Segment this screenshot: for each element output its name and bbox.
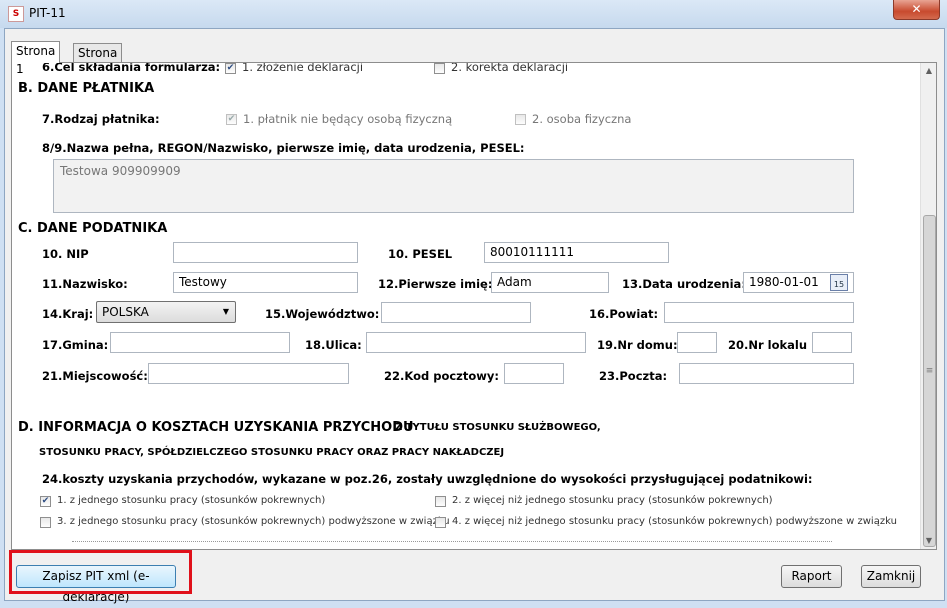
kraj-select[interactable]: POLSKA ▼ [96,301,236,323]
row24-option2-checkbox[interactable] [435,496,446,507]
wojewodztwo-input[interactable] [381,302,531,323]
pesel-label: 10. PESEL [388,247,453,261]
section-d-title: D. INFORMACJA O KOSZTACH UZYSKANIA PRZYC… [18,420,414,435]
nazwisko-input[interactable]: Testowy [173,272,358,293]
wojewodztwo-label: 15.Województwo: [265,307,380,321]
nip-input[interactable] [173,242,358,263]
nr-domu-label: 19.Nr domu: [597,338,678,352]
pesel-input[interactable]: 80010111111 [484,242,669,263]
row24-option3-label: 3. z jednego stosunku pracy (stosunków p… [57,516,450,527]
tab-strona-1[interactable]: Strona 1 [11,41,61,76]
section-c-title: C. DANE PODATNIKA [18,221,168,236]
scroll-up-icon[interactable]: ▲ [921,63,936,79]
app-icon: S [8,6,24,22]
powiat-label: 16.Powiat: [589,307,659,321]
gmina-label: 17.Gmina: [42,338,109,352]
row24-option4-checkbox[interactable] [435,517,446,528]
kraj-label: 14.Kraj: [42,307,94,321]
kod-pocztowy-input[interactable] [504,363,564,384]
row24-option1-checkbox[interactable]: ✔ [40,496,51,507]
report-button[interactable]: Raport [781,565,842,588]
row24-option2-label: 2. z więcej niż jednego stosunku pracy (… [452,495,773,506]
row7-option1-checkbox[interactable]: ✔ [226,114,237,125]
nazwisko-label: 11.Nazwisko: [42,277,128,291]
poczta-label: 23.Poczta: [599,369,668,383]
row6-option2-label: 2. korekta deklaracji [451,62,569,74]
calendar-icon[interactable]: 15 [830,274,848,291]
scroll-thumb[interactable]: ≡ [923,215,936,547]
kod-pocztowy-label: 22.Kod pocztowy: [384,369,499,383]
row24-label: 24.koszty uzyskania przychodów, wykazane… [42,472,813,486]
row6-option2-checkbox[interactable] [434,63,445,74]
row7-label: 7.Rodzaj płatnika: [42,112,160,126]
row7-option2-label: 2. osoba fizyczna [532,112,632,126]
poczta-input[interactable] [679,363,854,384]
row6-option1-checkbox[interactable]: ✔ [225,63,236,74]
gmina-input[interactable] [110,332,290,353]
nr-domu-input[interactable] [677,332,717,353]
ulica-input[interactable] [366,332,586,353]
nr-lokalu-label: 20.Nr lokalu [728,338,808,352]
chevron-down-icon: ▼ [222,307,229,316]
data-urodzenia-label: 13.Data urodzenia: [622,277,746,291]
powiat-input[interactable] [664,302,854,323]
nip-label: 10. NIP [42,247,89,261]
kraj-value: POLSKA [102,305,149,319]
row24-option1-label: 1. z jednego stosunku pracy (stosunków p… [57,495,326,506]
cut-off-text-line [72,541,832,549]
section-d-subtitle-2: STOSUNKU PRACY, SPÓŁDZIELCZEGO STOSUNKU … [39,447,505,458]
save-pit-xml-button[interactable]: Zapisz PIT xml (e-deklaracje) [16,565,176,604]
row7-option2-checkbox[interactable] [515,114,526,125]
row24-option3-checkbox[interactable] [40,517,51,528]
imie-input[interactable]: Adam [491,272,609,293]
dialog-client-area: Strona 1 Strona 2 6.Cel składania formul… [4,28,945,604]
row24-option4-label: 4. z więcej niż jednego stosunku pracy (… [452,516,897,527]
section-b-title: B. DANE PŁATNIKA [18,81,155,96]
vertical-scrollbar[interactable]: ▲ ≡ ▼ [920,63,936,549]
miejscowosc-label: 21.Miejscowość: [42,369,148,383]
nr-lokalu-input[interactable] [812,332,852,353]
window-close-button[interactable]: ✕ [893,0,940,20]
scroll-grip-icon: ≡ [925,366,934,376]
miejscowosc-input[interactable] [148,363,349,384]
tab-panel: 6.Cel składania formularza: ✔ 1. złożeni… [11,62,937,550]
row6-option1-label: 1. złożenie deklaracji [242,62,364,74]
section-d-subtitle-1: Z TYTUŁU STOSUNKU SŁUŻBOWEGO, [395,422,601,433]
row7-option1-label: 1. płatnik nie będący osobą fizyczną [243,112,453,126]
window-title: PIT-11 [29,6,66,20]
data-urodzenia-value: 1980-01-01 [749,275,819,289]
close-button[interactable]: Zamknij [861,565,921,588]
row89-label: 8/9.Nazwa pełna, REGON/Nazwisko, pierwsz… [42,141,525,155]
ulica-label: 18.Ulica: [305,338,362,352]
title-bar: S PIT-11 ✕ [0,0,947,28]
tab-strona-2[interactable]: Strona 2 [73,43,123,78]
payer-name-field[interactable]: Testowa 909909909 [53,159,854,213]
scroll-down-icon[interactable]: ▼ [921,533,936,549]
row6-label: 6.Cel składania formularza: [42,62,221,74]
imie-label: 12.Pierwsze imię: [378,277,493,291]
